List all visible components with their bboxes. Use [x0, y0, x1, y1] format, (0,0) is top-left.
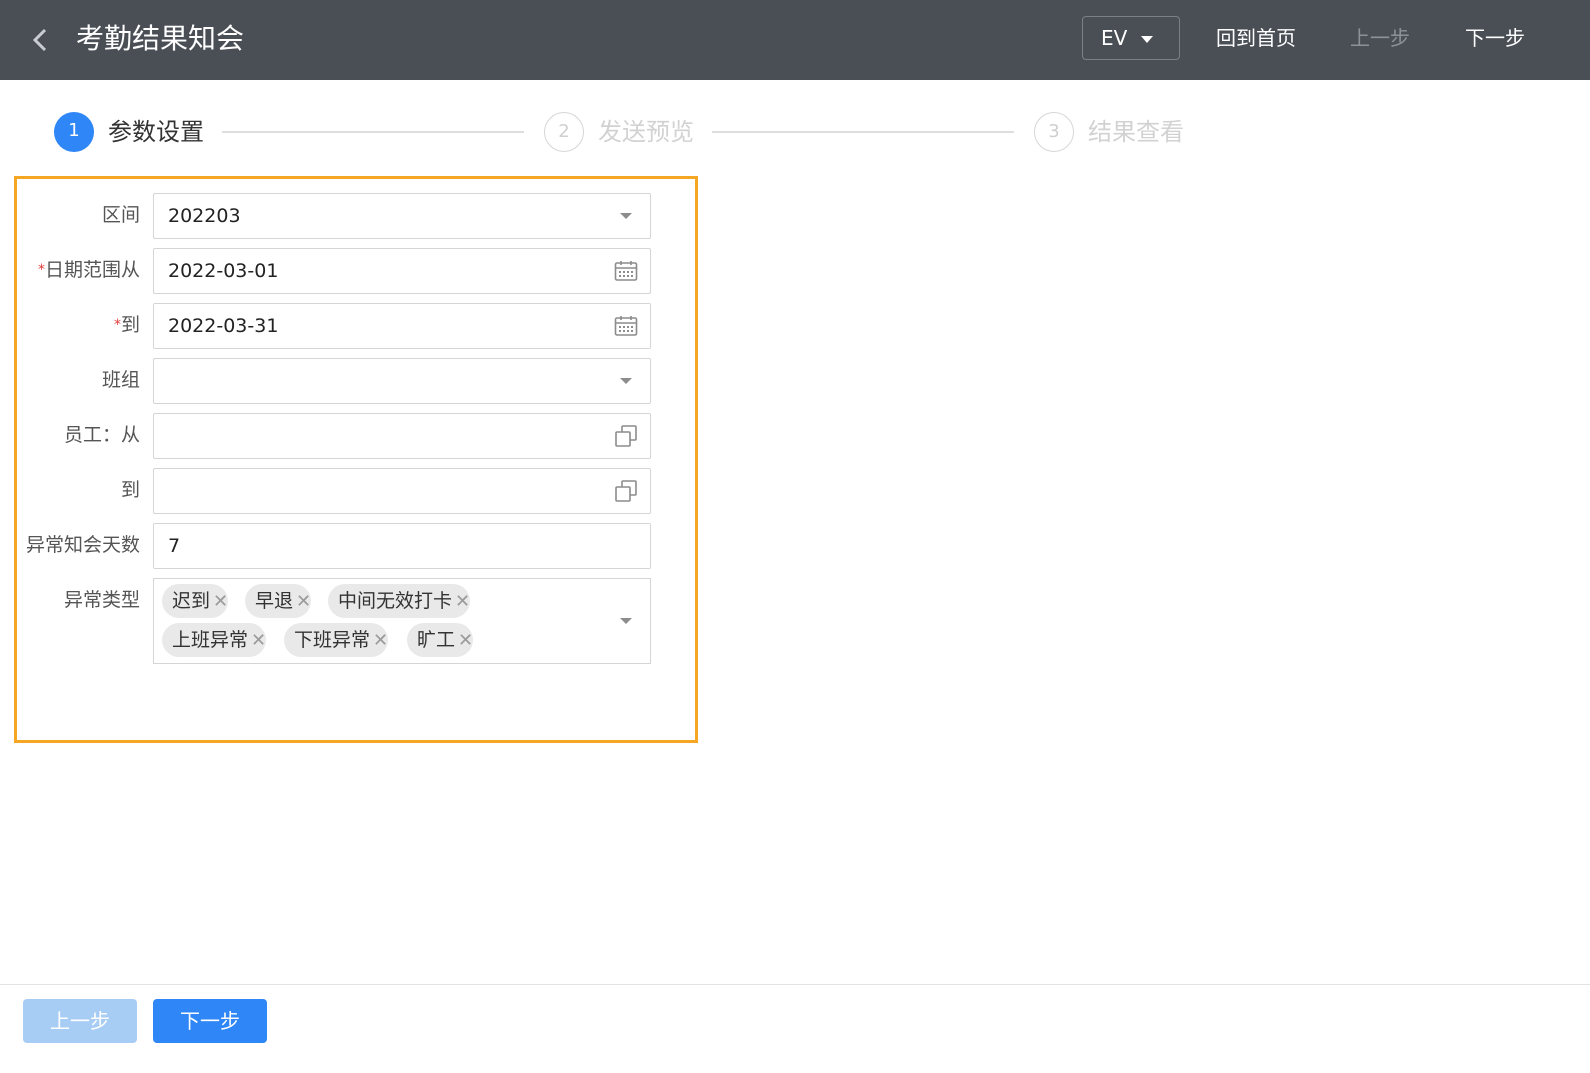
date-to-value: 2022-03-31 — [168, 315, 279, 337]
home-button[interactable]: 回到首页 — [1216, 22, 1296, 54]
page-title: 考勤结果知会 — [76, 22, 245, 55]
employee-to-input[interactable] — [153, 468, 651, 514]
close-icon[interactable]: ✕ — [296, 585, 311, 619]
caret-down-icon — [1141, 36, 1153, 43]
step-1-number: 1 — [54, 112, 94, 152]
top-header: 考勤结果知会 EV 回到首页 上一步 下一步 — [0, 0, 1590, 80]
tag-early-leave[interactable]: 早退 ✕ — [245, 584, 312, 619]
employee-from-input[interactable] — [153, 413, 651, 459]
employee-to-label: 到 — [120, 479, 140, 501]
date-to-input[interactable]: 2022-03-31 — [153, 303, 651, 349]
period-label: 区间 — [101, 204, 140, 226]
back-arrow-icon[interactable] — [28, 24, 52, 56]
step-connector — [712, 131, 1014, 133]
close-icon[interactable]: ✕ — [455, 585, 470, 619]
date-from-label: *日期范围从 — [37, 259, 140, 281]
exception-type-multiselect[interactable]: 迟到 ✕ 早退 ✕ 中间无效打卡 ✕ 上班异常 ✕ 下班异常 ✕ 旷工 ✕ — [153, 578, 651, 664]
notice-days-input[interactable]: 7 — [153, 523, 651, 569]
language-value: EV — [1101, 26, 1128, 50]
header-next-button[interactable]: 下一步 — [1465, 22, 1525, 54]
period-value: 202203 — [168, 205, 241, 227]
step-2-number: 2 — [544, 112, 584, 152]
footer-divider — [0, 984, 1590, 985]
date-from-input[interactable]: 2022-03-01 — [153, 248, 651, 294]
tag-late[interactable]: 迟到 ✕ — [162, 584, 229, 619]
tag-clock-in-exception[interactable]: 上班异常 ✕ — [162, 623, 267, 658]
caret-down-icon — [620, 213, 632, 219]
close-icon[interactable]: ✕ — [458, 624, 473, 658]
language-select[interactable]: EV — [1082, 16, 1180, 60]
step-3-label: 结果查看 — [1088, 118, 1184, 146]
notice-days-label: 异常知会天数 — [25, 534, 140, 556]
close-icon[interactable]: ✕ — [251, 624, 266, 658]
tag-clock-out-exception[interactable]: 下班异常 ✕ — [284, 623, 389, 658]
header-prev-button[interactable]: 上一步 — [1350, 22, 1410, 54]
team-label: 班组 — [101, 369, 140, 391]
step-connector — [222, 131, 524, 133]
notice-days-value: 7 — [168, 535, 181, 557]
exception-type-label: 异常类型 — [63, 589, 140, 611]
calendar-icon[interactable] — [614, 315, 638, 337]
tag-invalid-punch[interactable]: 中间无效打卡 ✕ — [328, 584, 471, 619]
calendar-icon[interactable] — [614, 260, 638, 282]
close-icon[interactable]: ✕ — [213, 585, 228, 619]
prev-step-button[interactable]: 上一步 — [23, 999, 137, 1043]
date-from-value: 2022-03-01 — [168, 260, 279, 282]
tag-absent[interactable]: 旷工 ✕ — [407, 623, 474, 658]
lookup-icon[interactable] — [614, 424, 638, 448]
team-select[interactable] — [153, 358, 651, 404]
period-select[interactable]: 202203 — [153, 193, 651, 239]
step-2-label: 发送预览 — [598, 118, 694, 146]
step-1-label: 参数设置 — [108, 118, 204, 146]
lookup-icon[interactable] — [614, 479, 638, 503]
date-to-label: *到 — [113, 314, 140, 336]
required-mark: * — [37, 262, 45, 278]
step-3-number: 3 — [1034, 112, 1074, 152]
next-step-button[interactable]: 下一步 — [153, 999, 267, 1043]
caret-down-icon — [620, 378, 632, 384]
employee-from-label: 员工：从 — [63, 424, 140, 446]
close-icon[interactable]: ✕ — [373, 624, 388, 658]
caret-down-icon — [620, 618, 632, 624]
required-mark: * — [113, 317, 121, 333]
